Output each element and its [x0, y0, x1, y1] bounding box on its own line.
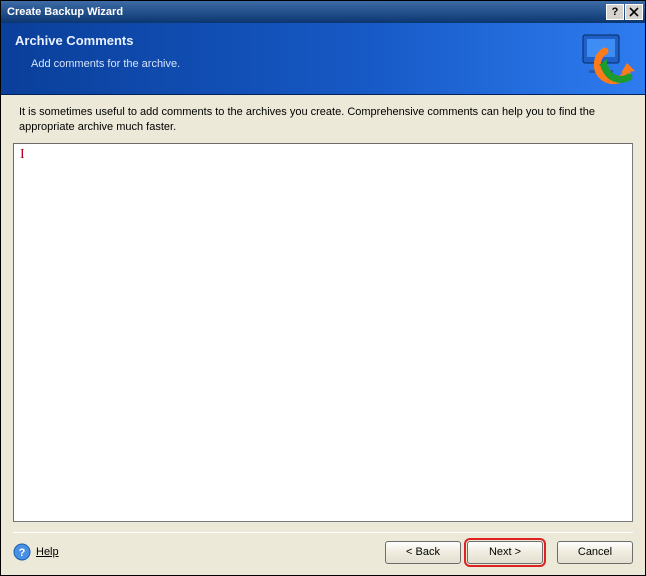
next-button[interactable]: Next > [467, 541, 543, 564]
help-titlebar-button[interactable]: ? [606, 4, 624, 20]
wizard-nav-buttons: < Back Next > Cancel [379, 541, 633, 564]
content-area: It is sometimes useful to add comments t… [1, 95, 645, 533]
back-button[interactable]: < Back [385, 541, 461, 564]
text-caret-icon: I [20, 147, 25, 162]
help-link[interactable]: Help [36, 546, 59, 558]
step-title: Archive Comments [15, 33, 629, 48]
help-icon: ? [13, 543, 31, 561]
wizard-footer: ? Help < Back Next > Cancel [1, 533, 645, 575]
description-text: It is sometimes useful to add comments t… [13, 105, 633, 135]
cancel-button[interactable]: Cancel [557, 541, 633, 564]
svg-text:?: ? [19, 547, 26, 559]
close-icon [629, 7, 639, 17]
wizard-window: Create Backup Wizard ? Archive Comments … [0, 0, 646, 576]
question-mark-icon: ? [612, 6, 619, 19]
title-bar: Create Backup Wizard ? [1, 1, 645, 23]
wizard-header: Archive Comments Add comments for the ar… [1, 23, 645, 95]
close-titlebar-button[interactable] [625, 4, 643, 20]
step-subtitle: Add comments for the archive. [31, 58, 629, 70]
titlebar-buttons: ? [605, 4, 643, 20]
comments-field-wrapper[interactable]: I [13, 143, 633, 522]
help-area: ? Help [13, 543, 59, 561]
backup-monitor-icon [577, 29, 637, 89]
window-title: Create Backup Wizard [7, 6, 605, 18]
